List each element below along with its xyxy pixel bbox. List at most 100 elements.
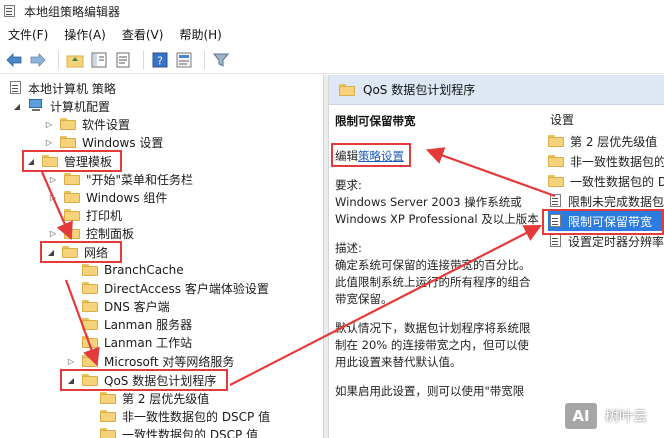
expand-icon[interactable]: ▷	[44, 137, 54, 147]
requirements-text: Windows Server 2003 操作系统或 Windows XP Pro…	[335, 195, 539, 226]
watermark-text: 树叶云	[605, 408, 647, 425]
folder-icon	[82, 336, 98, 348]
description-paragraph-2: 默认情况下，数据包计划程序将系统限制在 20% 的连接带宽之内，但可以使用此设置…	[335, 321, 531, 369]
folder-icon	[339, 83, 355, 96]
highlight-qos	[60, 369, 228, 391]
requirements-label: 要求:	[335, 178, 362, 192]
export-list-icon[interactable]	[113, 50, 133, 70]
tree-item-label: 非一致性数据包的 DSCP 值	[122, 409, 271, 424]
settings-item-label: 限制未完成数据包	[568, 194, 664, 209]
tree-item-lanman-workstation[interactable]: Lanman 工作站	[82, 333, 192, 351]
tree-item-start-menu[interactable]: ▷ "开始"菜单和任务栏	[48, 170, 193, 188]
properties-icon[interactable]	[174, 50, 194, 70]
folder-icon	[82, 282, 98, 294]
tree-item-windows-components[interactable]: ▷ Windows 组件	[48, 188, 167, 206]
toolbar-separator	[143, 50, 144, 69]
tree-root-label: 本地计算机 策略	[28, 81, 116, 96]
tree-item-label: Windows 组件	[86, 190, 168, 205]
expand-icon[interactable]: ▷	[48, 228, 58, 238]
policy-document-icon	[8, 81, 22, 95]
policy-setting-icon	[548, 194, 562, 208]
menu-help[interactable]: 帮助(H)	[171, 26, 229, 43]
toolbar: ?	[0, 46, 664, 74]
back-icon[interactable]	[4, 50, 24, 70]
watermark-logo: AI	[563, 400, 599, 431]
folder-icon	[60, 136, 76, 148]
folder-icon	[64, 209, 80, 221]
settings-item-label: 第 2 层优先级值	[570, 134, 658, 149]
expand-icon[interactable]: ▷	[48, 174, 58, 184]
tree-item-windows-settings[interactable]: ▷ Windows 设置	[44, 133, 163, 151]
menu-view[interactable]: 查看(V)	[114, 26, 172, 43]
tree-item-label: 一致性数据包的 DSCP 值	[122, 427, 259, 438]
folder-icon	[60, 118, 76, 130]
tree-item-conform-dscp[interactable]: 一致性数据包的 DSCP 值	[100, 425, 258, 438]
expand-icon[interactable]: ▷	[48, 192, 58, 202]
folder-icon	[548, 135, 564, 147]
tree-item-nonconform-dscp[interactable]: 非一致性数据包的 DSCP 值	[100, 407, 270, 425]
tree-item-label: DNS 客户端	[104, 299, 170, 314]
folder-icon	[64, 227, 80, 239]
tree-item-label: 软件设置	[82, 117, 131, 132]
up-folder-icon[interactable]	[65, 50, 85, 70]
tree-item-label: Lanman 工作站	[104, 335, 193, 350]
tree-item-control-panel[interactable]: ▷ 控制面板	[48, 224, 134, 242]
tree-item-branchcache[interactable]: BranchCache	[82, 261, 184, 279]
settings-column-header[interactable]: 设置	[550, 111, 574, 128]
settings-item-outstanding-packets[interactable]: 限制未完成数据包	[548, 191, 664, 211]
tree-item-label: Lanman 服务器	[104, 317, 193, 332]
tree-item-layer2[interactable]: 第 2 层优先级值	[100, 389, 209, 407]
filter-icon[interactable]	[211, 50, 231, 70]
settings-item-label: 非一致性数据包的	[570, 154, 664, 169]
tree-item-printers[interactable]: 打印机	[64, 206, 122, 224]
settings-item-conform[interactable]: 一致性数据包的 D	[548, 171, 664, 191]
detail-header-title: QoS 数据包计划程序	[363, 83, 476, 97]
tree-item-dns-client[interactable]: DNS 客户端	[82, 297, 170, 315]
detail-pane: QoS 数据包计划程序 限制可保留带宽 编辑策略设置 要求: Windows S…	[329, 75, 664, 438]
tree-item-label: DirectAccess 客户端体验设置	[104, 281, 269, 296]
tree-item-software-settings[interactable]: ▷ 软件设置	[44, 115, 130, 133]
folder-icon	[548, 175, 564, 187]
settings-list: 设置 第 2 层优先级值 非一致性数据包的 一致性数据包的 D 限制未完成数据包…	[544, 105, 664, 438]
menu-bar: 文件(F) 操作(A) 查看(V) 帮助(H)	[0, 22, 664, 46]
tree-item-label: Microsoft 对等网络服务	[104, 354, 235, 369]
watermark: AI 树叶云	[563, 393, 664, 438]
tree-computer-config[interactable]: ◢ 计算机配置	[12, 97, 110, 115]
expand-icon[interactable]: ▷	[66, 356, 76, 366]
toolbar-separator	[58, 50, 59, 69]
tree-root[interactable]: 本地计算机 策略	[8, 79, 116, 97]
help-icon[interactable]: ?	[150, 50, 170, 70]
policy-editor-icon	[4, 5, 18, 17]
detail-header: QoS 数据包计划程序	[329, 75, 664, 105]
description-label: 描述:	[335, 241, 362, 255]
forward-icon[interactable]	[28, 50, 48, 70]
title-bar: 本地组策略编辑器	[0, 0, 664, 22]
window-title: 本地组策略编辑器	[24, 4, 121, 19]
settings-item-layer2[interactable]: 第 2 层优先级值	[548, 131, 664, 151]
tree-pane: 本地计算机 策略 ◢ 计算机配置 ▷ 软件设置 ▷ Windows 设置 ◢ 管…	[0, 75, 323, 438]
folder-icon	[82, 300, 98, 312]
folder-icon	[82, 264, 98, 276]
expand-icon[interactable]: ▷	[44, 119, 54, 129]
tree-item-label: 控制面板	[86, 226, 135, 241]
tree-item-p2p[interactable]: ▷ Microsoft 对等网络服务	[66, 352, 235, 370]
settings-item-nonconform[interactable]: 非一致性数据包的	[548, 151, 664, 171]
show-hide-tree-icon[interactable]	[89, 50, 109, 70]
folder-icon	[82, 318, 98, 330]
tree-item-label: 打印机	[86, 208, 123, 223]
menu-action[interactable]: 操作(A)	[56, 26, 114, 43]
folder-icon	[100, 428, 116, 438]
highlight-admin-templates	[22, 150, 122, 172]
settings-item-label: 一致性数据包的 D	[570, 174, 664, 189]
description-paragraph-1: 确定系统可保留的连接带宽的百分比。此值限制系统上运行的所有程序的组合带宽保留。	[335, 258, 531, 306]
tree-item-directaccess[interactable]: DirectAccess 客户端体验设置	[82, 279, 269, 297]
highlight-edit-link	[331, 143, 411, 167]
folder-icon	[100, 410, 116, 422]
tree-item-lanman-server[interactable]: Lanman 服务器	[82, 315, 192, 333]
highlight-network	[40, 241, 122, 263]
folder-icon	[64, 173, 80, 185]
tree-item-label: BranchCache	[104, 263, 184, 277]
menu-file[interactable]: 文件(F)	[0, 26, 56, 43]
collapse-icon[interactable]: ◢	[12, 101, 22, 111]
settings-item-label: 设置定时器分辨率	[568, 234, 664, 249]
